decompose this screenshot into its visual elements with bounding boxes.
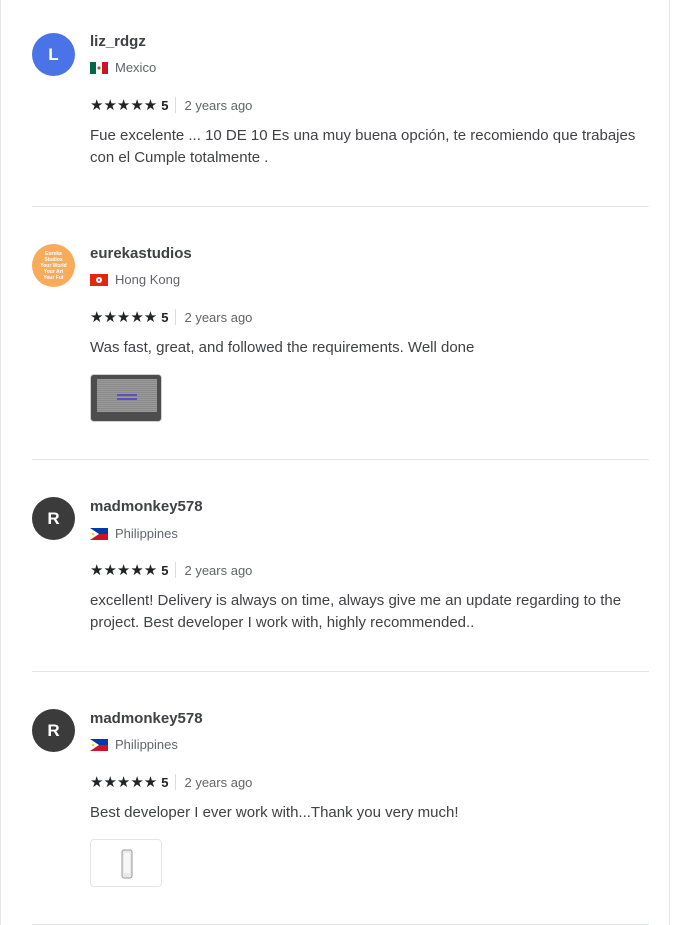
- avatar-letter: R: [47, 508, 60, 528]
- divider: [175, 309, 177, 325]
- philippines-flag-icon: [90, 738, 108, 751]
- reviewer-username[interactable]: madmonkey578: [90, 710, 203, 727]
- rating-row: ★★★★★ 5 2 years ago: [90, 308, 252, 326]
- country-label: Mexico: [115, 60, 157, 75]
- rating-row: ★★★★★ 5 2 years ago: [90, 96, 252, 114]
- star-rating-icon: ★★★★★: [90, 309, 158, 326]
- rating-score: 5: [161, 309, 169, 325]
- philippines-flag-icon: [90, 527, 108, 540]
- attachment-thumbnail[interactable]: [90, 839, 162, 887]
- avatar[interactable]: Eureka Studios Your World Your Art Your …: [32, 244, 75, 287]
- review-text: Fue excelente ... 10 DE 10 Es una muy bu…: [90, 127, 636, 166]
- review-time: 2 years ago: [184, 774, 253, 790]
- review-text: Was fast, great, and followed the requir…: [90, 339, 475, 356]
- review-text: excellent! Delivery is always on time, a…: [90, 592, 622, 631]
- rating-row: ★★★★★ 5 2 years ago: [90, 561, 252, 579]
- reviewer-country: Mexico: [90, 60, 156, 75]
- reviewer-username[interactable]: eurekastudios: [90, 245, 192, 262]
- star-rating-icon: ★★★★★: [90, 774, 158, 791]
- reviewer-username[interactable]: madmonkey578: [90, 498, 203, 515]
- country-label: Philippines: [115, 737, 178, 752]
- hong-kong-flag-icon: [90, 273, 108, 286]
- mexico-flag-icon: [90, 61, 108, 74]
- attachment-thumbnail[interactable]: [90, 374, 162, 422]
- star-rating-icon: ★★★★★: [90, 97, 158, 114]
- review-item: R madmonkey578 Philippines ★★★★★ 5 2 yea…: [32, 672, 649, 925]
- avatar[interactable]: R: [32, 497, 75, 540]
- rating-score: 5: [161, 774, 169, 790]
- avatar-letter: L: [48, 44, 59, 64]
- review-item: R madmonkey578 Philippines ★★★★★ 5 2 yea…: [32, 460, 649, 672]
- review-item: L liz_rdgz Mexico ★★★★★ 5 2 years ago Fu…: [32, 0, 649, 207]
- avatar[interactable]: L: [32, 33, 75, 76]
- country-label: Hong Kong: [115, 272, 181, 287]
- review-item: Eureka Studios Your World Your Art Your …: [32, 207, 649, 460]
- phone-preview-icon: [121, 849, 133, 879]
- reviewer-username[interactable]: liz_rdgz: [90, 33, 146, 50]
- divider: [175, 562, 177, 578]
- reviewer-country: Philippines: [90, 526, 178, 541]
- star-rating-icon: ★★★★★: [90, 562, 158, 579]
- avatar-letter: R: [47, 720, 60, 740]
- divider: [175, 774, 177, 790]
- review-text: Best developer I ever work with...Thank …: [90, 804, 459, 821]
- reviewer-country: Philippines: [90, 737, 178, 752]
- video-preview-icon: [91, 375, 161, 421]
- rating-score: 5: [161, 97, 169, 113]
- reviews-panel: L liz_rdgz Mexico ★★★★★ 5 2 years ago Fu…: [0, 0, 670, 925]
- rating-row: ★★★★★ 5 2 years ago: [90, 773, 252, 791]
- review-time: 2 years ago: [184, 309, 253, 325]
- review-time: 2 years ago: [184, 562, 253, 578]
- rating-score: 5: [161, 562, 169, 578]
- divider: [175, 97, 177, 113]
- reviewer-country: Hong Kong: [90, 272, 180, 287]
- avatar-logo-text: Your Fut: [43, 274, 64, 281]
- avatar[interactable]: R: [32, 709, 75, 752]
- review-time: 2 years ago: [184, 97, 253, 113]
- country-label: Philippines: [115, 526, 178, 541]
